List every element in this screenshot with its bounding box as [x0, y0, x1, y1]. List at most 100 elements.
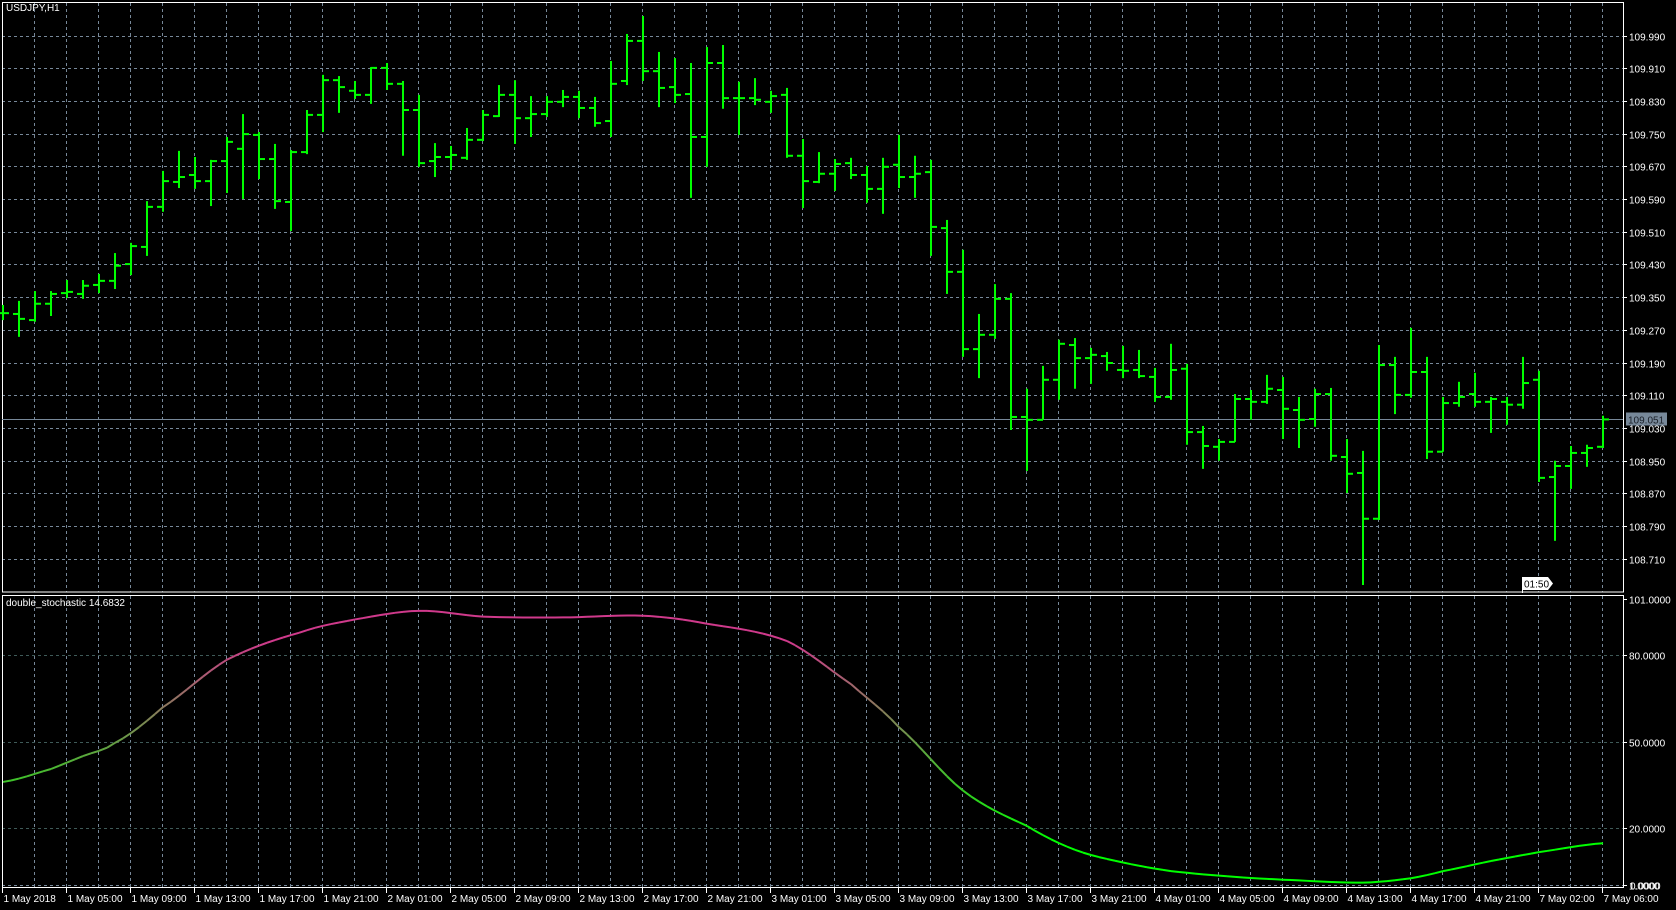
- price-axis-label: 109.670: [1629, 163, 1666, 174]
- indicator-line-segment: [842, 677, 852, 685]
- indicator-line-segment: [394, 610, 404, 614]
- ohlc-bar: [1485, 396, 1497, 433]
- ohlc-bar: [1517, 356, 1529, 409]
- time-axis-label: 4 May 13:00: [1348, 894, 1403, 905]
- indicator-name: double_stochastic: [6, 598, 87, 609]
- indicator-line-segment: [1546, 848, 1556, 852]
- ohlc-bar: [285, 150, 297, 231]
- ohlc-bar: [1085, 347, 1097, 384]
- indicator-line-segment: [850, 683, 860, 692]
- indicator-line-segment: [1082, 851, 1092, 856]
- indicator-line-segment: [1586, 842, 1596, 846]
- ohlc-bar: [1453, 381, 1465, 407]
- ohlc-bar: [141, 201, 153, 256]
- indicator-axis-label: 80.0000: [1629, 652, 1666, 663]
- indicator-line-segment: [466, 614, 476, 617]
- indicator-line-segment: [1098, 856, 1108, 860]
- indicator-line-segment: [874, 703, 884, 713]
- indicator-line-segment: [1378, 880, 1388, 883]
- indicator-line-segment: [66, 758, 76, 764]
- ohlc-bar: [1597, 415, 1609, 449]
- indicator-line-segment: [706, 622, 716, 626]
- current-price-label: 109.051: [1628, 416, 1665, 427]
- ohlc-bar: [893, 134, 905, 189]
- indicator-panel-border[interactable]: [2, 595, 1624, 888]
- ohlc-bar: [1405, 327, 1417, 398]
- indicator-line-segment: [970, 795, 980, 803]
- ohlc-bar: [397, 80, 409, 156]
- indicator-line-segment: [898, 726, 908, 736]
- indicator-line-segment: [1058, 842, 1068, 848]
- indicator-line-segment: [794, 644, 804, 651]
- indicator-line-segment: [1162, 868, 1172, 873]
- ohlc-bar: [157, 170, 169, 212]
- indicator-line-segment: [722, 625, 732, 629]
- ohlc-bar: [61, 280, 73, 299]
- time-axis-label: 2 May 21:00: [708, 894, 763, 905]
- ohlc-bar: [381, 62, 393, 90]
- indicator-line-segment: [994, 809, 1004, 816]
- indicator-line-segment: [834, 671, 844, 680]
- time-axis-label: 2 May 09:00: [516, 894, 571, 905]
- indicator-line-segment: [386, 611, 396, 615]
- time-axis-label: 3 May 17:00: [1028, 894, 1083, 905]
- ohlc-bar: [1133, 349, 1145, 379]
- indicator-line-segment: [1074, 848, 1084, 854]
- indicator-line-segment: [1450, 866, 1460, 871]
- ohlc-bar: [1037, 365, 1049, 421]
- ohlc-bar: [637, 15, 649, 81]
- indicator-line-segment: [1522, 852, 1532, 857]
- indicator-line-segment: [1186, 871, 1196, 875]
- indicator-line-segment: [778, 637, 788, 642]
- indicator-line-segment: [266, 639, 276, 644]
- indicator-line-segment: [858, 690, 868, 699]
- time-axis-label: 2 May 17:00: [644, 894, 699, 905]
- indicator-line-segment: [698, 621, 708, 625]
- indicator-line-segment: [1434, 870, 1444, 875]
- ohlc-bar: [253, 132, 265, 180]
- chart-canvas[interactable]: 109.990 109.910 109.830 109.750 109.670 109.5…: [0, 0, 1676, 910]
- price-axis-label: 109.110: [1629, 392, 1665, 403]
- indicator-line-segment: [162, 700, 172, 708]
- indicator-line-segment: [1042, 834, 1052, 841]
- ohlc-bar: [461, 127, 473, 160]
- indicator-line-segment: [1514, 854, 1524, 858]
- indicator-line-segment: [1034, 829, 1044, 837]
- indicator-line-segment: [914, 741, 924, 752]
- ohlc-bar: [941, 219, 953, 294]
- indicator-line-segment: [1138, 864, 1148, 869]
- ohlc-bar: [1549, 460, 1561, 541]
- indicator-line-segment: [202, 669, 212, 678]
- indicator-line-segment: [1370, 880, 1380, 884]
- indicator-line-segment: [658, 615, 668, 619]
- time-axis-label: 1 May 21:00: [324, 894, 379, 905]
- indicator-line-segment: [106, 741, 116, 749]
- time-axis-label: 7 May 02:00: [1540, 894, 1595, 905]
- ohlc-bar: [525, 96, 537, 137]
- indicator-line-segment: [1066, 845, 1076, 851]
- indicator-line-segment: [954, 783, 964, 792]
- price-axis-label: 109.190: [1629, 360, 1666, 371]
- ohlc-bar: [1213, 439, 1225, 461]
- ohlc-bar: [957, 249, 969, 357]
- ohlc-bar: [861, 165, 873, 203]
- indicator-line-segment: [1106, 857, 1116, 862]
- indicator-line-segment: [82, 752, 92, 758]
- indicator-line-segment: [1218, 874, 1228, 878]
- indicator-line-segment: [322, 623, 332, 627]
- ohlc-bar: [1421, 356, 1433, 460]
- indicator-line-segment: [978, 800, 988, 808]
- ohlc-bar: [429, 143, 441, 178]
- ohlc-bar: [0, 304, 9, 321]
- ohlc-bar: [1181, 363, 1193, 445]
- indicator-line-segment: [250, 644, 260, 650]
- ohlc-bar: [13, 300, 25, 337]
- indicator-line-segment: [754, 630, 764, 635]
- time-axis-label: 1 May 17:00: [260, 894, 315, 905]
- indicator-axis-label: 101.0000: [1629, 596, 1671, 607]
- indicator-line-segment: [1170, 870, 1180, 873]
- indicator-line-segment: [1122, 861, 1132, 866]
- price-axis-label: 109.510: [1629, 229, 1666, 240]
- time-axis-label: 4 May 05:00: [1220, 894, 1275, 905]
- time-axis-label: 1 May 09:00: [132, 894, 187, 905]
